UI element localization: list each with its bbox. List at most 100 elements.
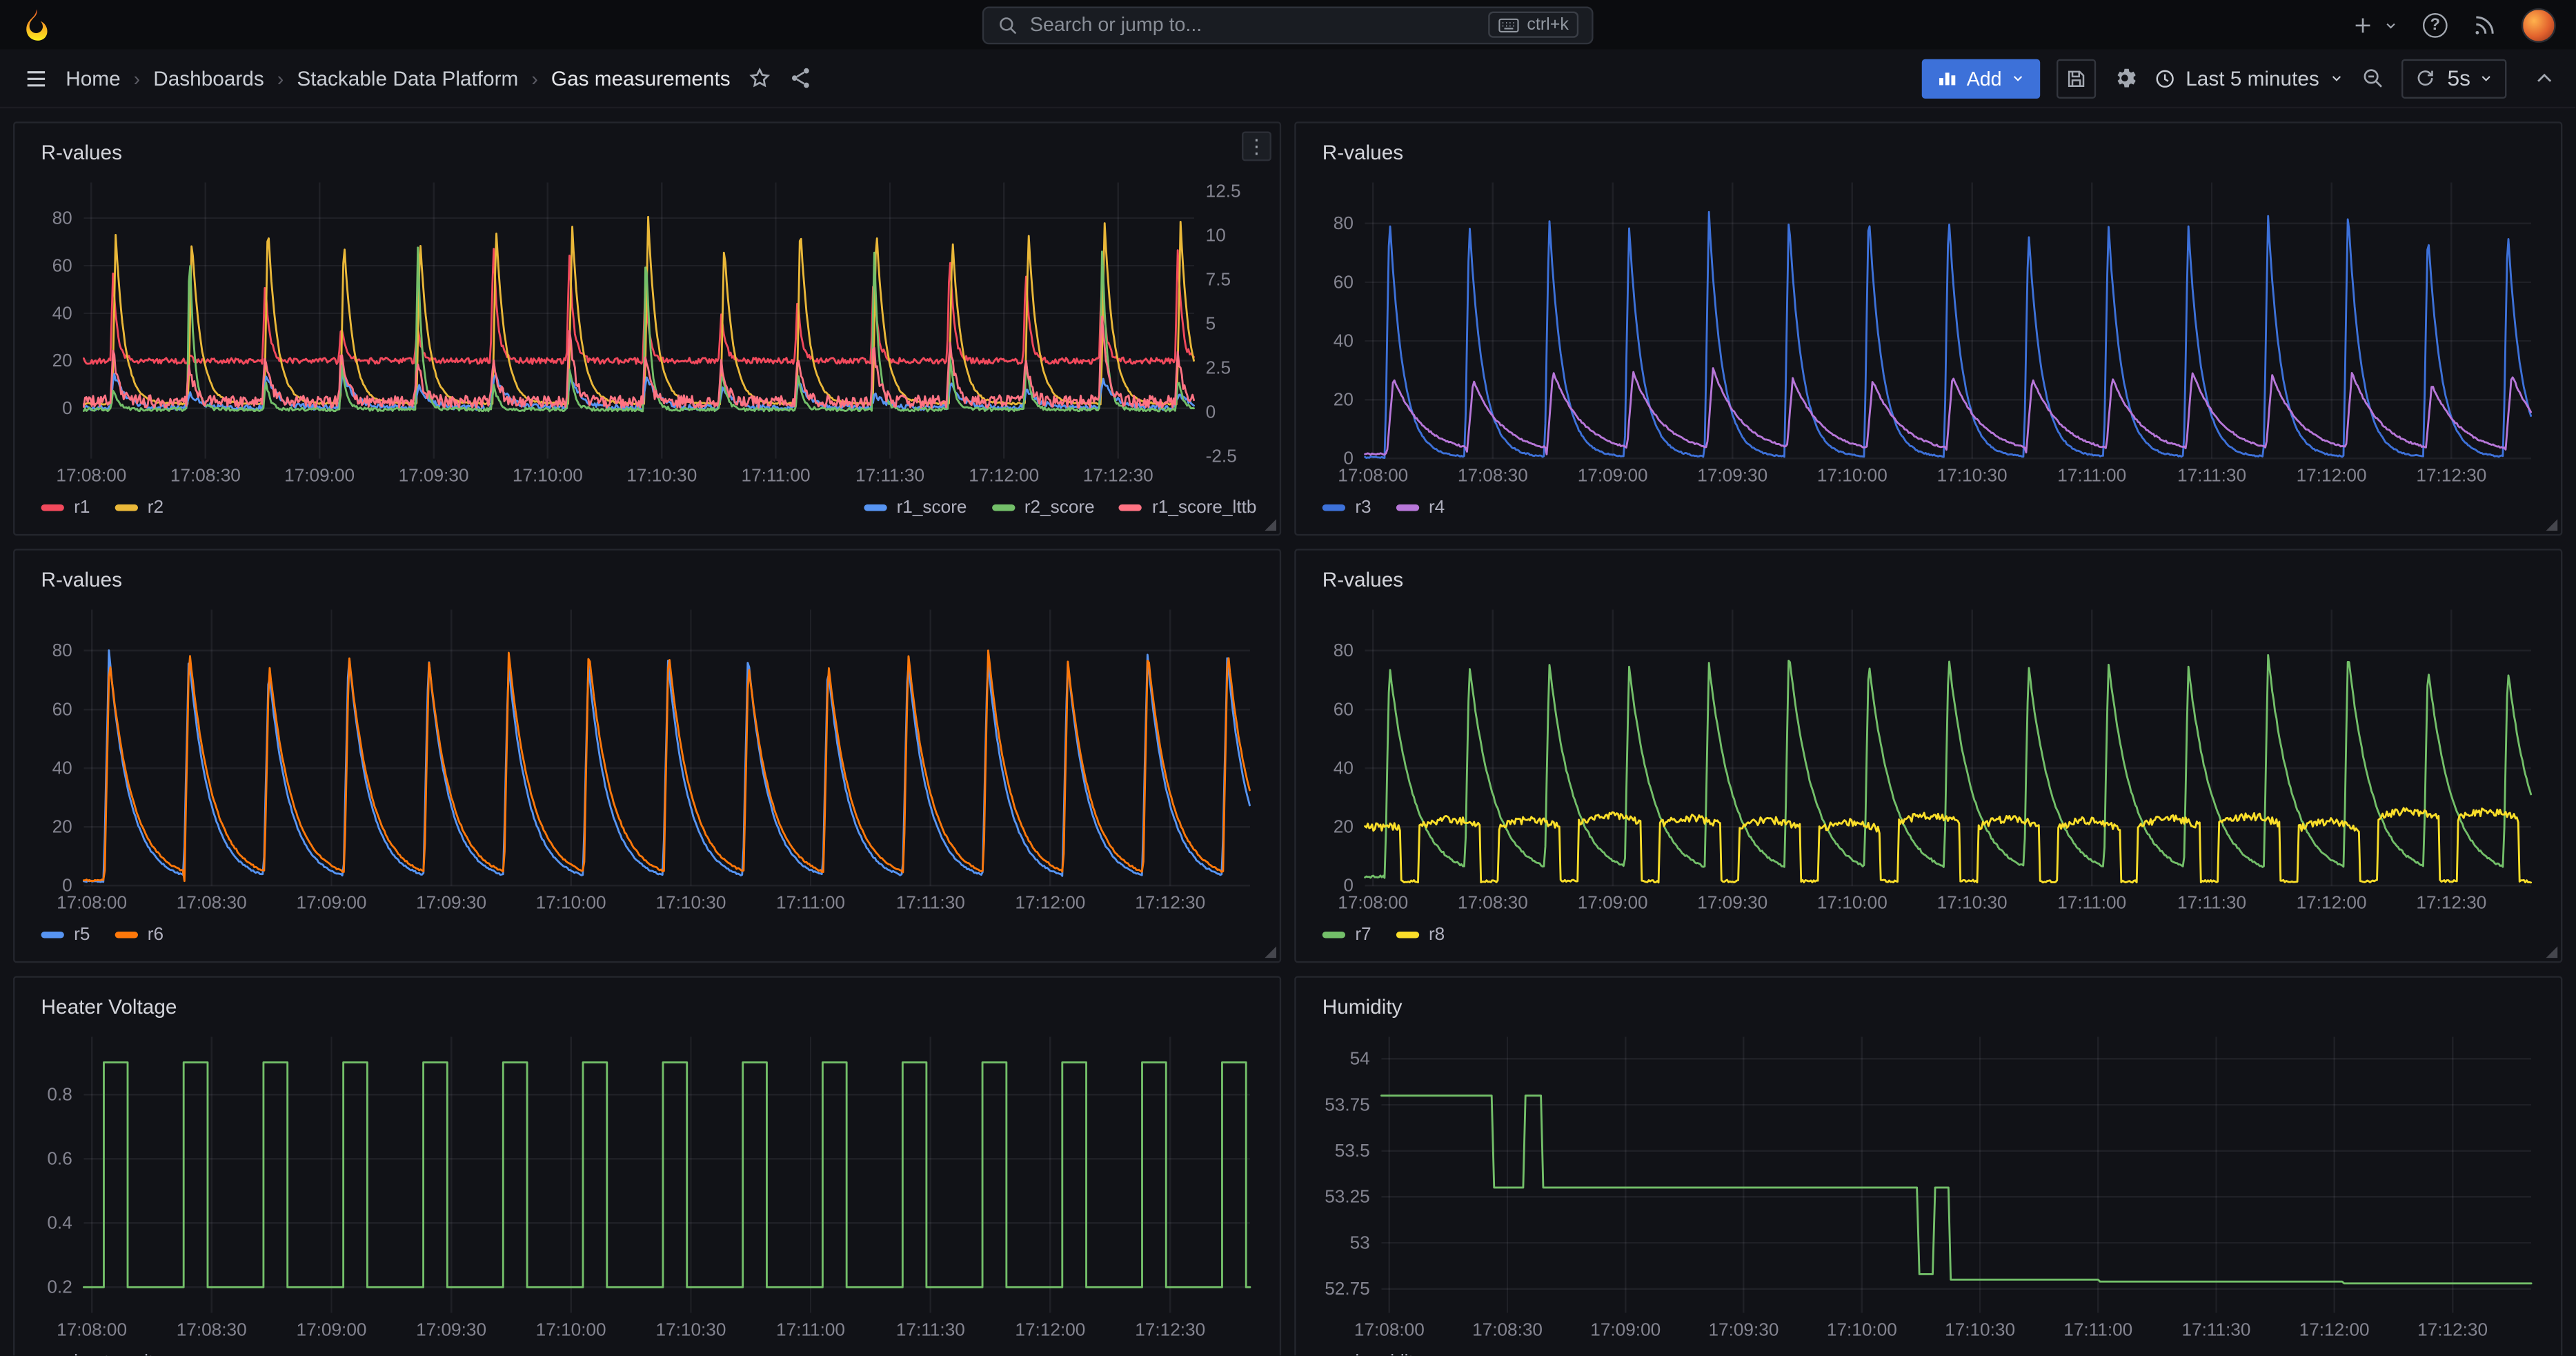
legend-label: r2_score [1024, 498, 1095, 518]
legend-item-r7[interactable]: r7 [1322, 925, 1371, 945]
svg-text:17:12:00: 17:12:00 [1015, 892, 1085, 913]
legend-item-r3[interactable]: r3 [1322, 498, 1371, 518]
legend-item-r5[interactable]: r5 [41, 925, 90, 945]
menu-toggle-button[interactable] [23, 65, 49, 91]
panel-title[interactable]: R-values [41, 141, 122, 164]
legend-item-humidity[interactable]: humidity [1322, 1353, 1423, 1356]
panel-title[interactable]: Humidity [1322, 996, 1403, 1019]
svg-text:-2.5: -2.5 [1206, 446, 1237, 466]
breadcrumb: Home › Dashboards › Stackable Data Platf… [66, 66, 730, 89]
svg-text:17:09:00: 17:09:00 [284, 465, 355, 486]
svg-text:17:10:30: 17:10:30 [626, 465, 697, 486]
dashboard-settings-button[interactable] [2112, 59, 2137, 98]
panel-resize-handle[interactable] [1265, 946, 1276, 958]
panel-resize-handle[interactable] [1265, 519, 1276, 531]
svg-text:17:10:00: 17:10:00 [536, 1319, 606, 1340]
svg-text:17:08:30: 17:08:30 [1458, 892, 1528, 913]
user-avatar[interactable] [2521, 8, 2556, 42]
legend-item-r1[interactable]: r1 [41, 498, 90, 518]
svg-text:17:11:00: 17:11:00 [742, 465, 811, 486]
panel-menu-button[interactable]: ⋮ [1242, 131, 1271, 161]
svg-text:17:11:00: 17:11:00 [776, 1319, 845, 1340]
svg-text:17:08:30: 17:08:30 [170, 465, 241, 486]
svg-text:54: 54 [1350, 1048, 1370, 1069]
panel-title[interactable]: R-values [41, 569, 122, 591]
legend-item-r8[interactable]: r8 [1396, 925, 1445, 945]
refresh-interval-picker[interactable]: 5s [2448, 66, 2494, 90]
panel-title[interactable]: R-values [1322, 569, 1403, 591]
series-color-swatch [864, 504, 886, 511]
add-panel-icon [1937, 68, 1959, 89]
legend-item-r2[interactable]: r2 [115, 498, 164, 518]
svg-text:17:11:30: 17:11:30 [2181, 1319, 2250, 1340]
svg-text:17:09:00: 17:09:00 [297, 892, 367, 913]
save-dashboard-button[interactable] [2056, 59, 2095, 98]
chart-legend: r3 r4 [1309, 491, 2548, 521]
breadcrumb-home[interactable]: Home [66, 66, 120, 89]
svg-text:17:08:00: 17:08:00 [1354, 1319, 1425, 1340]
legend-item-r1_score_lttb[interactable]: r1_score_lttb [1119, 498, 1256, 518]
svg-text:60: 60 [52, 698, 72, 719]
svg-text:17:10:00: 17:10:00 [1817, 892, 1888, 913]
svg-text:17:11:30: 17:11:30 [896, 1319, 965, 1340]
time-series-chart[interactable]: 17:08:0017:08:3017:09:0017:09:3017:10:00… [1309, 1023, 2548, 1346]
svg-text:53.5: 53.5 [1335, 1140, 1370, 1161]
svg-text:17:11:30: 17:11:30 [855, 465, 924, 486]
legend-label: r3 [1355, 498, 1371, 518]
add-button[interactable]: Add [1922, 59, 2039, 98]
svg-text:17:08:30: 17:08:30 [1458, 465, 1528, 486]
svg-text:20: 20 [52, 816, 72, 837]
breadcrumb-dashboards[interactable]: Dashboards [153, 66, 264, 89]
time-series-chart[interactable]: 17:08:0017:08:3017:09:0017:09:3017:10:00… [1309, 596, 2548, 918]
svg-text:17:11:00: 17:11:00 [2057, 465, 2126, 486]
svg-text:0: 0 [1343, 875, 1354, 896]
news-icon [2472, 12, 2497, 37]
grafana-logo[interactable] [20, 8, 53, 41]
svg-text:17:08:00: 17:08:00 [56, 465, 126, 486]
time-range-label: Last 5 minutes [2186, 66, 2319, 89]
legend-item-heatervoltage[interactable]: heatervoltage [41, 1353, 184, 1356]
panel-resize-handle[interactable] [2546, 519, 2558, 531]
svg-text:17:09:00: 17:09:00 [1590, 1319, 1661, 1340]
legend-item-r6[interactable]: r6 [115, 925, 164, 945]
zoom-out-button[interactable] [2360, 59, 2385, 98]
svg-text:17:12:30: 17:12:30 [2417, 1319, 2488, 1340]
svg-text:2.5: 2.5 [1206, 357, 1231, 378]
svg-text:60: 60 [1334, 698, 1354, 719]
refresh-interval-label: 5s [2448, 66, 2471, 90]
plus-icon [2350, 12, 2375, 37]
svg-text:40: 40 [1334, 330, 1354, 351]
series-color-swatch [41, 504, 64, 511]
panel-title[interactable]: R-values [1322, 141, 1403, 164]
refresh-button[interactable] [2415, 68, 2436, 89]
legend-item-r2_score[interactable]: r2_score [991, 498, 1095, 518]
time-series-chart[interactable]: 17:08:0017:08:3017:09:0017:09:3017:10:00… [28, 1023, 1266, 1346]
help-button[interactable]: ? [2423, 12, 2448, 37]
panel-resize-handle[interactable] [2546, 946, 2558, 958]
time-series-chart[interactable]: 17:08:0017:08:3017:09:0017:09:3017:10:00… [28, 596, 1266, 918]
legend-item-r1_score[interactable]: r1_score [864, 498, 967, 518]
time-series-chart[interactable]: 17:08:0017:08:3017:09:0017:09:3017:10:00… [1309, 169, 2548, 491]
legend-label: r7 [1355, 925, 1371, 945]
news-button[interactable] [2472, 12, 2497, 37]
svg-text:0.2: 0.2 [47, 1277, 72, 1297]
share-button[interactable] [788, 66, 813, 90]
time-range-picker[interactable]: Last 5 minutes [2153, 59, 2344, 98]
breadcrumb-current-dashboard[interactable]: Gas measurements [551, 66, 731, 89]
svg-text:17:12:00: 17:12:00 [1015, 1319, 1085, 1340]
zoom-out-icon [2360, 66, 2385, 90]
breadcrumb-folder[interactable]: Stackable Data Platform [297, 66, 518, 89]
panel-humidity: Humidity 17:08:0017:08:3017:09:0017:09:30… [1294, 976, 2562, 1355]
legend-item-r4[interactable]: r4 [1396, 498, 1445, 518]
svg-text:17:12:30: 17:12:30 [2416, 465, 2486, 486]
panel-title[interactable]: Heater Voltage [41, 996, 177, 1019]
svg-text:80: 80 [1334, 640, 1354, 660]
svg-text:17:10:00: 17:10:00 [1827, 1319, 1897, 1340]
time-series-chart[interactable]: 17:08:0017:08:3017:09:0017:09:3017:10:00… [28, 169, 1266, 491]
svg-text:17:09:30: 17:09:30 [1697, 892, 1767, 913]
collapse-topbar-button[interactable] [2533, 59, 2556, 98]
favorite-star-button[interactable] [746, 66, 771, 90]
search-input[interactable]: Search or jump to... ctrl+k [982, 6, 1594, 43]
search-icon [997, 14, 1018, 35]
new-menu-button[interactable] [2350, 12, 2398, 37]
